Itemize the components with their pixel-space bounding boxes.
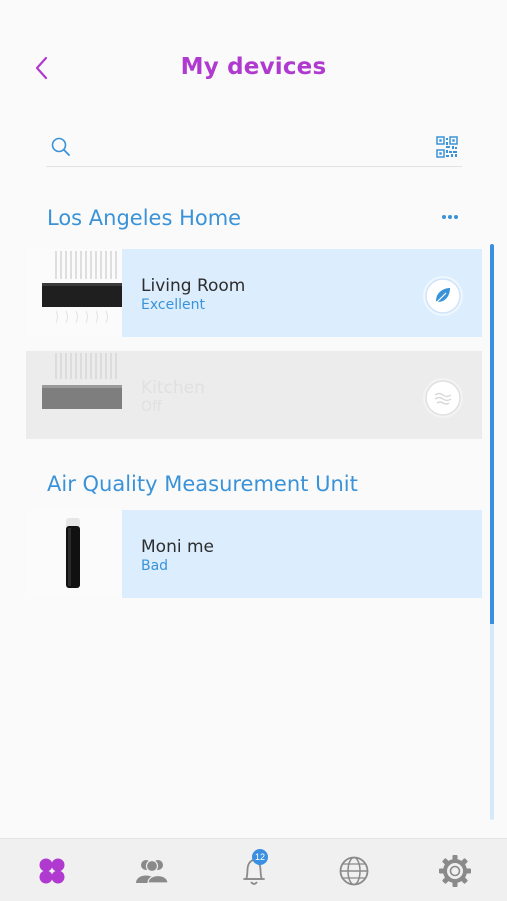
devices-icon: [39, 858, 65, 884]
search-icon: [51, 137, 70, 156]
device-info: Moni me Bad: [122, 510, 482, 598]
globe-icon: [339, 856, 369, 886]
device-image-air-curtain: [26, 249, 122, 337]
group-options-button[interactable]: [438, 205, 464, 229]
tab-notifications[interactable]: 12: [234, 849, 274, 891]
device-mode-toggle[interactable]: [422, 377, 464, 424]
notification-badge: 12: [252, 849, 268, 865]
device-card-moni-me[interactable]: Moni me Bad: [26, 510, 482, 598]
group-title: Los Angeles Home: [47, 206, 242, 230]
device-card-kitchen[interactable]: Kitchen Off: [26, 351, 482, 439]
device-name: Moni me: [141, 537, 214, 557]
fan-icon: [423, 378, 463, 418]
device-image-air-sensor: [26, 510, 122, 598]
tab-global[interactable]: [334, 851, 374, 891]
page-title: My devices: [180, 54, 327, 80]
tab-settings[interactable]: [435, 851, 475, 891]
bottom-tab-bar: 12: [0, 838, 507, 901]
device-status: Excellent: [141, 297, 205, 313]
device-status: Bad: [141, 558, 169, 574]
qr-code-icon[interactable]: [436, 136, 458, 158]
device-name: Living Room: [141, 276, 246, 296]
device-status: Off: [141, 399, 162, 415]
leaf-icon: [423, 276, 463, 316]
search-bar: [46, 128, 462, 167]
scrollbar[interactable]: [490, 244, 494, 820]
more-icon: [442, 215, 458, 219]
search-input[interactable]: [82, 134, 426, 162]
device-name: Kitchen: [141, 378, 205, 398]
users-icon: [136, 859, 169, 884]
header: My devices: [0, 0, 507, 120]
gear-icon: [439, 855, 471, 887]
device-mode-toggle[interactable]: [422, 275, 464, 322]
tab-devices[interactable]: [32, 851, 72, 891]
group-title: Air Quality Measurement Unit: [47, 472, 358, 496]
device-image-air-curtain: [26, 351, 122, 439]
device-card-living-room[interactable]: Living Room Excellent: [26, 249, 482, 337]
tab-users[interactable]: [132, 851, 172, 891]
